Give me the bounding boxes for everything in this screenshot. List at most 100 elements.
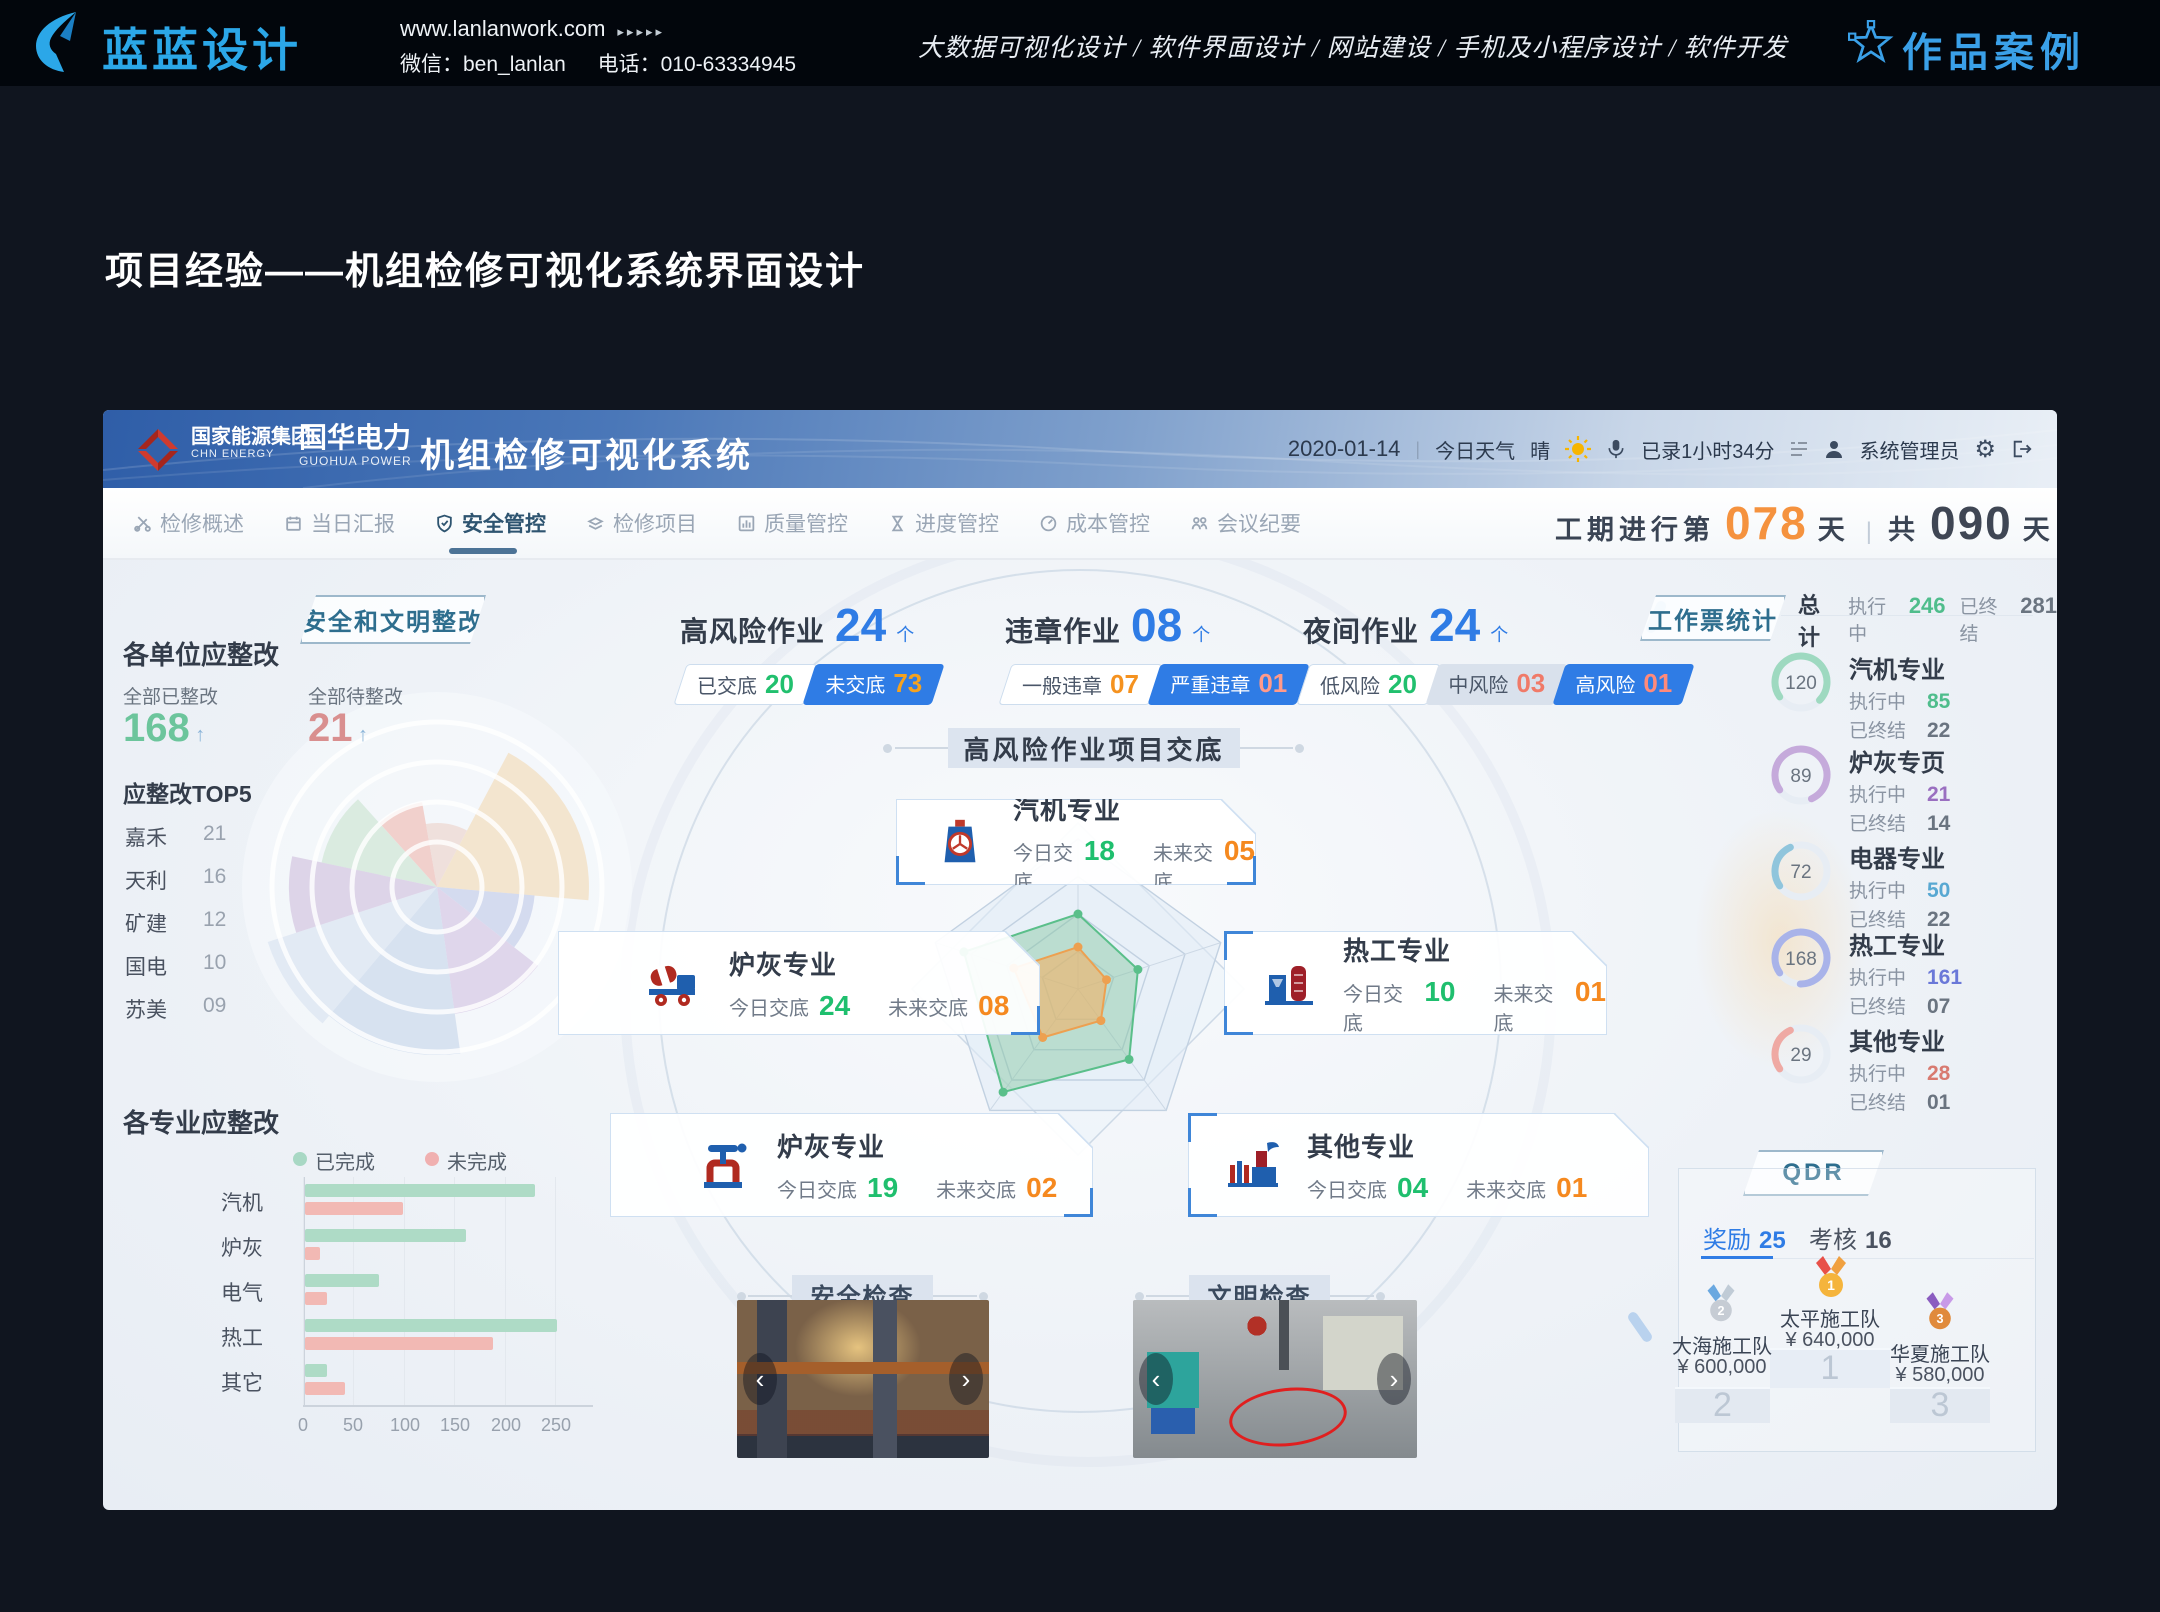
- pending-value: 21 ↑: [308, 706, 368, 751]
- user-name[interactable]: 系统管理员: [1859, 435, 1959, 464]
- layers-icon: [586, 514, 605, 533]
- bar-category-label: 汽机: [221, 1187, 291, 1217]
- shield-icon: [435, 514, 454, 533]
- gear-icon[interactable]: ⚙: [1974, 435, 1996, 464]
- site-header: 蓝蓝设计 www.lanlanwork.com▸▸▸▸▸ 微信：ben_lanl…: [0, 0, 2160, 86]
- svg-text:168: 168: [1785, 949, 1817, 970]
- seg-unbriefed: 未交底73: [802, 664, 944, 705]
- duration-total-prefix: 共: [1888, 508, 1920, 547]
- stat-unit: 个: [1192, 621, 1210, 647]
- gold-medal-icon: 1: [1811, 1255, 1851, 1303]
- tab-progress-control[interactable]: 进度管控: [888, 488, 999, 558]
- unit-rectify-title: 各单位应整改: [123, 635, 279, 672]
- stat-unit: 个: [896, 621, 914, 647]
- profession-rectify-title: 各专业应整改: [123, 1103, 279, 1140]
- bar-uncompleted: [305, 1337, 493, 1350]
- legend-done-dot: [293, 1152, 307, 1166]
- duration-total-unit: 天: [2023, 508, 2055, 547]
- carousel-prev-button[interactable]: ‹: [743, 1353, 777, 1405]
- logo-text: 蓝蓝设计: [102, 14, 302, 80]
- team-name-2: 大海施工队: [1637, 1330, 1807, 1359]
- future-label: 未来交底: [936, 1174, 1016, 1203]
- org1-name: 国家能源集团 CHN ENERGY: [191, 426, 311, 460]
- logout-icon[interactable]: [2011, 438, 2033, 460]
- qdr-tab-reward[interactable]: 奖励25: [1703, 1220, 1786, 1255]
- ticket-name: 电器专业: [1849, 839, 1950, 874]
- finished-value: 22: [1927, 719, 1950, 743]
- gauge-icon: [1039, 514, 1058, 533]
- portfolio-button[interactable]: 作品案例: [1902, 20, 2086, 78]
- tab-overview[interactable]: 检修概述: [133, 488, 244, 558]
- today-value: 04: [1397, 1172, 1428, 1204]
- today-label: 今日交底: [1307, 1174, 1387, 1203]
- wechat-label: 微信：ben_lanlan: [400, 53, 566, 76]
- team-name-1: 太平施工队: [1745, 1303, 1915, 1332]
- carousel-next-button[interactable]: ›: [1377, 1353, 1411, 1405]
- stat-unit: 个: [1490, 621, 1508, 647]
- tab-meeting-minutes[interactable]: 会议纪要: [1190, 488, 1301, 558]
- ticket-totals: 总计 执行中 246 已终结 281: [1798, 588, 2057, 652]
- tab-label: 当日汇报: [311, 508, 395, 538]
- future-value: 08: [978, 990, 1009, 1022]
- user-icon[interactable]: [1824, 439, 1844, 459]
- contact-info: 微信：ben_lanlan 电话：010-63334945: [400, 48, 822, 78]
- tab-cost-control[interactable]: 成本管控: [1039, 488, 1150, 558]
- card-others: 其他专业 今日交底 04 未来交底 01: [1188, 1113, 1649, 1217]
- chart-icon: [737, 514, 756, 533]
- chn-energy-logo: [135, 426, 181, 472]
- tab-daily-report[interactable]: 当日汇报: [284, 488, 395, 558]
- top5-item-value: 16: [203, 865, 226, 889]
- corner-bracket: [1188, 1188, 1217, 1217]
- corner-bracket: [1011, 1006, 1040, 1035]
- podium-rank: 1: [1821, 1349, 1840, 1388]
- ticket-item-electrical: 72 电器专业 执行中50 已终结22: [1769, 839, 1950, 932]
- corner-bracket: [1224, 1006, 1253, 1035]
- donut-chart: 29: [1769, 1022, 1833, 1086]
- tab-safety-control[interactable]: 安全管控: [435, 488, 546, 558]
- connector-dot: [1295, 744, 1304, 753]
- top5-item-name: 苏美: [125, 994, 167, 1024]
- page-title: 项目经验——机组检修可视化系统界面设计: [105, 240, 865, 295]
- bar-tick-label: 50: [339, 1415, 367, 1436]
- finished-label: 已终结: [1960, 592, 2007, 646]
- today-label: 今日交底: [777, 1174, 857, 1203]
- bar-uncompleted: [305, 1382, 345, 1395]
- connector-line: [1330, 1295, 1374, 1297]
- today-label: 今日交底: [1343, 978, 1414, 1036]
- connector-line: [748, 1295, 792, 1297]
- top5-title: 应整改TOP5: [123, 775, 252, 809]
- tab-label: 质量管控: [764, 508, 848, 538]
- mic-icon[interactable]: [1606, 437, 1626, 461]
- seg-low-risk: 低风险20: [1296, 664, 1440, 705]
- boiler-icon: [1261, 955, 1317, 1011]
- valve-icon: [695, 1137, 751, 1193]
- bar-completed: [305, 1319, 557, 1332]
- total-label: 总计: [1798, 588, 1834, 652]
- tab-maintenance-projects[interactable]: 检修项目: [586, 488, 697, 558]
- podium-step-3: 3: [1890, 1387, 1990, 1423]
- carousel-next-button[interactable]: ›: [949, 1353, 983, 1405]
- qdr-active-underline: [1701, 1256, 1773, 1259]
- duration-prefix: 工期进行第: [1555, 508, 1715, 547]
- briefing-banner: 高风险作业项目交底: [948, 728, 1240, 768]
- ticket-name: 汽机专业: [1849, 650, 1950, 685]
- today-label: 今日交底: [729, 992, 809, 1021]
- legend-undone-dot: [425, 1152, 439, 1166]
- tab-quality-control[interactable]: 质量管控: [737, 488, 848, 558]
- bar-tick-label: 150: [440, 1415, 468, 1436]
- top5-item-name: 国电: [125, 951, 167, 981]
- tab-label: 进度管控: [915, 508, 999, 538]
- card-name: 热工专业: [1343, 931, 1606, 968]
- ticket-name: 热工专业: [1849, 926, 1962, 961]
- arrows-icon: ▸▸▸▸▸: [617, 24, 665, 39]
- list-icon[interactable]: [1789, 440, 1809, 458]
- corner-bracket: [896, 856, 925, 885]
- card-thermal: 热工专业 今日交底 10 未来交底 01: [1224, 931, 1607, 1035]
- carousel-prev-button[interactable]: ‹: [1139, 1353, 1173, 1405]
- org2-name: 国华电力 GUOHUA POWER: [299, 422, 412, 468]
- podium-rank: 3: [1931, 1386, 1950, 1425]
- bar-category-label: 炉灰: [221, 1232, 291, 1262]
- qdr-tab-assess[interactable]: 考核16: [1809, 1220, 1892, 1255]
- ticket-item-turbine: 120 汽机专业 执行中85 已终结22: [1769, 650, 1950, 743]
- stat-value: 24: [835, 598, 886, 652]
